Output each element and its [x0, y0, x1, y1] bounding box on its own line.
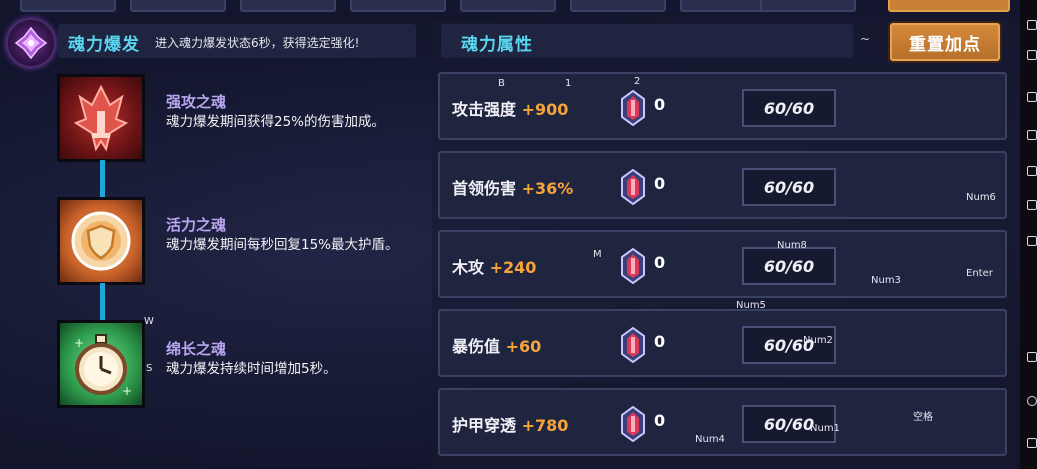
key-hint-num5: Num5 [736, 300, 766, 311]
key-hint-num1: Num1 [810, 423, 840, 434]
orange-shield-soul-icon[interactable] [57, 197, 145, 285]
reset-points-button[interactable]: 重置加点 [890, 23, 1000, 61]
toolbar-icon[interactable] [1027, 166, 1037, 176]
toolbar-icon[interactable] [1027, 438, 1037, 448]
toolbar-icon[interactable] [1027, 50, 1037, 60]
attribute-row: 木攻 +240 0 60/60 [438, 230, 1007, 298]
attribute-point-count: 0 [654, 411, 666, 430]
toolbar-icon[interactable] [1027, 130, 1037, 140]
attribute-point-count: 0 [654, 332, 666, 351]
svg-text:+: + [74, 336, 84, 350]
attribute-name: 护甲穿透 +780 [452, 416, 569, 435]
key-hint-m: M [593, 249, 602, 260]
top-tab[interactable] [240, 0, 336, 12]
red-flame-soul-icon[interactable] [57, 74, 145, 162]
top-tab[interactable] [460, 0, 556, 12]
key-hint-num4: Num4 [695, 434, 725, 445]
top-button[interactable] [888, 0, 1010, 12]
soul-name: 绵长之魂 [166, 340, 227, 358]
attribute-name: 首领伤害 +36% [452, 179, 574, 198]
key-hint-s: S [146, 363, 153, 374]
soul-description: 魂力爆发期间获得25%的伤害加成。 [166, 114, 386, 130]
soul-crystal-icon [621, 406, 645, 442]
attribute-level[interactable]: 60/60 [742, 247, 836, 285]
burst-title: 魂力爆发 [68, 35, 140, 55]
attribute-level[interactable]: 60/60 [742, 168, 836, 206]
attribute-name: 暴伤值 +60 [452, 337, 542, 356]
attribute-row: 暴伤值 +60 0 60/60 [438, 309, 1007, 377]
toolbar-icon[interactable] [1027, 396, 1037, 406]
toolbar-icon[interactable] [1027, 20, 1037, 30]
burst-header: 魂力爆发 进入魂力爆发状态6秒，获得选定强化! [58, 24, 416, 58]
soul-name: 活力之魂 [166, 216, 227, 234]
top-tab[interactable] [570, 0, 666, 12]
soul-description: 魂力爆发持续时间增加5秒。 [166, 361, 337, 377]
toolbar-icon[interactable] [1027, 236, 1037, 246]
attribute-point-count: 0 [654, 174, 666, 193]
toolbar-icon[interactable] [1027, 92, 1037, 102]
soul-crystal-icon [621, 90, 645, 126]
tilde-key-hint: ~ [860, 32, 871, 46]
svg-text:+: + [122, 384, 132, 398]
soul-crystal-icon [621, 169, 645, 205]
soul-description: 魂力爆发期间每秒回复15%最大护盾。 [166, 237, 399, 253]
attribute-point-count: 0 [654, 95, 666, 114]
attribute-bonus: +36% [521, 179, 574, 198]
key-hint-enter: Enter [966, 268, 993, 279]
attribute-row: 攻击强度 +900 0 60/60 [438, 72, 1007, 140]
key-hint-2: 2 [634, 76, 641, 87]
attribute-name: 攻击强度 +900 [452, 100, 569, 119]
soul-crystal-icon [621, 248, 645, 284]
attribute-level[interactable]: 60/60 [742, 89, 836, 127]
toolbar-icon[interactable] [1027, 352, 1037, 362]
key-hint-num3: Num3 [871, 275, 901, 286]
top-tab[interactable] [130, 0, 226, 12]
key-hint-space: 空格 [913, 412, 933, 423]
attribute-bonus: +60 [505, 337, 542, 356]
attribute-name: 木攻 +240 [452, 258, 537, 277]
attributes-title: 魂力属性 [461, 35, 533, 55]
attribute-point-count: 0 [654, 253, 666, 272]
top-tab[interactable] [350, 0, 446, 12]
soul-connector [100, 283, 105, 321]
soul-connector [100, 160, 105, 198]
top-tab[interactable] [760, 0, 856, 12]
key-hint-1: 1 [565, 78, 572, 89]
key-hint-b: B [498, 78, 505, 89]
attribute-bonus: +240 [489, 258, 537, 277]
green-stopwatch-soul-icon[interactable]: + + [57, 320, 145, 408]
key-hint-w: W [144, 316, 154, 327]
key-hint-num8: Num8 [777, 240, 807, 251]
soul-crystal-icon [621, 327, 645, 363]
burst-description: 进入魂力爆发状态6秒，获得选定强化! [155, 36, 360, 50]
top-tab[interactable] [20, 0, 116, 12]
key-hint-num6: Num6 [966, 192, 996, 203]
soul-burst-icon [6, 18, 56, 68]
attribute-bonus: +900 [521, 100, 569, 119]
toolbar-icon[interactable] [1027, 200, 1037, 210]
soul-name: 强攻之魂 [166, 93, 227, 111]
attributes-header: 魂力属性 [441, 24, 853, 58]
attribute-row: 首领伤害 +36% 0 60/60 [438, 151, 1007, 219]
attribute-bonus: +780 [521, 416, 569, 435]
key-hint-num2: Num2 [803, 335, 833, 346]
